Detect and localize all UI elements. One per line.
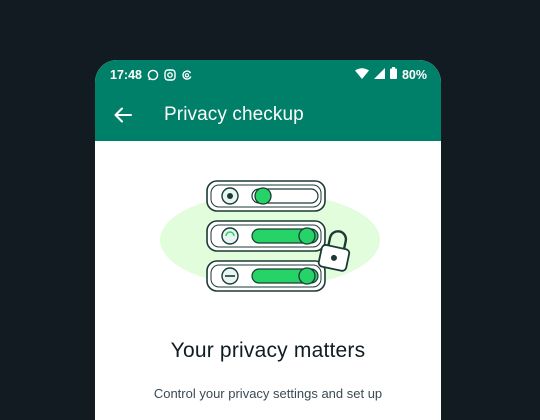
back-button[interactable]	[112, 104, 134, 126]
battery-icon	[389, 67, 397, 82]
app-bar: Privacy checkup	[95, 89, 441, 141]
toggle-row-2	[206, 220, 326, 252]
battery-percent: 80%	[401, 67, 427, 82]
signal-icon	[373, 67, 385, 82]
page-title: Privacy checkup	[164, 104, 304, 125]
status-right: 80%	[354, 67, 427, 82]
subtext: Control your privacy settings and set up	[153, 386, 383, 401]
arrow-back-icon	[114, 107, 132, 123]
main-content: Your privacy matters Control your privac…	[95, 141, 441, 420]
phone-screen: 17:48 80% Privacy checkup Your privacy m…	[95, 60, 441, 420]
instagram-icon	[164, 68, 176, 81]
status-time: 17:48	[110, 67, 142, 82]
status-left: 17:48	[110, 68, 193, 82]
headline: Your privacy matters	[170, 339, 366, 362]
privacy-illustration	[160, 180, 380, 292]
status-bar: 17:48 80%	[95, 60, 441, 89]
whatsapp-icon	[147, 69, 159, 81]
threads-icon	[181, 69, 193, 81]
toggle-row-3	[206, 260, 326, 292]
toggle-row-1	[206, 180, 326, 212]
wifi-icon	[354, 67, 369, 82]
